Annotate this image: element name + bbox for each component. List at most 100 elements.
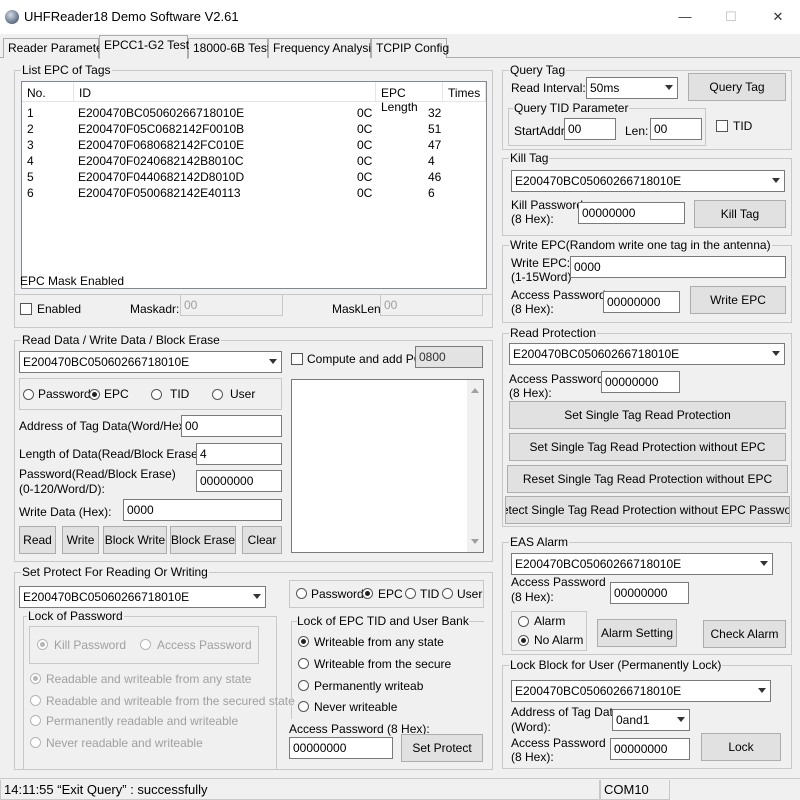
table-row[interactable]: 1 E200470BC05060266718010E 0C 32 — [22, 105, 486, 121]
no-alarm-radio[interactable] — [518, 635, 529, 646]
bank-opt2-radio[interactable] — [298, 658, 309, 669]
write-data-input[interactable]: 0000 — [123, 499, 282, 521]
access-password-label: Access Password — [157, 638, 252, 652]
mem-user-radio[interactable] — [212, 389, 223, 400]
write-epc-button[interactable]: Write EPC — [690, 286, 786, 314]
startaddr-input[interactable]: 00 — [564, 118, 616, 140]
column-header-no[interactable]: No. — [22, 82, 74, 102]
write-button[interactable]: Write — [62, 526, 99, 554]
tab-tcpip-config[interactable]: TCPIP Config — [371, 38, 449, 58]
close-button[interactable]: ✕ — [763, 6, 793, 28]
rw-password-input[interactable]: 00000000 — [196, 470, 282, 492]
eas-tag-select[interactable]: E200470BC05060266718010E — [511, 553, 773, 575]
read-protection-title: Read Protection — [509, 326, 598, 340]
column-header-id[interactable]: ID — [74, 82, 376, 102]
minimize-button[interactable]: — — [670, 6, 700, 28]
kill-password-radio[interactable] — [37, 639, 48, 650]
eas-password-label: Access Password — [511, 575, 606, 589]
bank-opt1-radio[interactable] — [298, 636, 309, 647]
alarm-radio[interactable] — [518, 616, 529, 627]
read-interval-label: Read Interval: — [511, 81, 586, 95]
detect-read-protection-button[interactable]: Detect Single Tag Read Protection withou… — [505, 496, 790, 524]
bank-opt4-radio[interactable] — [298, 701, 309, 712]
lock-block-password-input[interactable]: 00000000 — [610, 738, 690, 760]
read-protection-password-input[interactable]: 00000000 — [601, 371, 680, 393]
kill-password-input[interactable]: 00000000 — [578, 202, 685, 224]
alarm-setting-button[interactable]: Alarm Setting — [597, 619, 677, 647]
rw-tag-select[interactable]: E200470BC05060266718010E — [19, 351, 282, 373]
lock-opt1-radio[interactable] — [30, 673, 41, 684]
app-icon — [5, 10, 19, 24]
tid-checkbox[interactable] — [716, 120, 728, 132]
access-password-radio[interactable] — [140, 639, 151, 650]
mem-password-radio[interactable] — [23, 389, 34, 400]
bank-opt2-label: Writeable from the secure — [314, 657, 452, 671]
protect-access-input[interactable]: 00000000 — [289, 737, 393, 759]
length-input[interactable]: 4 — [196, 443, 282, 465]
read-protection-tag-select[interactable]: E200470BC05060266718010E — [509, 343, 785, 365]
column-header-times[interactable]: Times — [443, 82, 486, 102]
kill-tag-select[interactable]: E200470BC05060266718010E — [511, 170, 785, 192]
tid-len-input[interactable]: 00 — [650, 118, 702, 140]
tab-frequency-analysis[interactable]: Frequency Analysis — [268, 38, 377, 58]
rw-password-label: Password(Read/Block Erase) — [19, 467, 176, 481]
lock-block-address-label-2: (Word): — [511, 720, 551, 734]
set-read-protection-button[interactable]: Set Single Tag Read Protection — [509, 401, 786, 429]
tab-epcc1-g2-test[interactable]: EPCC1-G2 Test — [99, 35, 189, 59]
lock-opt2-radio[interactable] — [30, 695, 41, 706]
tab-18000-6b-test[interactable]: 18000-6B Test — [188, 38, 270, 58]
mem-epc-radio[interactable] — [89, 389, 100, 400]
reset-read-protection-button[interactable]: Reset Single Tag Read Protection without… — [507, 465, 788, 493]
eas-password-label-2: (8 Hex): — [511, 590, 554, 604]
eas-password-input[interactable]: 00000000 — [610, 582, 689, 604]
status-message: 14:11:55 “Exit Query” : successfully — [0, 780, 600, 800]
mem-epc-label: EPC — [104, 387, 129, 401]
address-input[interactable]: 00 — [181, 415, 282, 437]
read-interval-select[interactable]: 50ms — [586, 77, 678, 99]
set-read-protection-without-epc-button[interactable]: Set Single Tag Read Protection without E… — [509, 433, 786, 461]
compute-pc-checkbox[interactable] — [291, 353, 303, 365]
maskadr-input[interactable]: 00 — [180, 294, 283, 316]
startaddr-label: StartAddr: — [514, 124, 569, 138]
vertical-scrollbar[interactable] — [467, 380, 483, 552]
protect-mem-user-radio[interactable] — [442, 588, 453, 599]
write-epc-password-input[interactable]: 00000000 — [603, 291, 680, 313]
clear-button[interactable]: Clear — [242, 526, 282, 554]
scroll-up-icon[interactable] — [471, 388, 479, 393]
column-header-epc-length[interactable]: EPC Length — [376, 82, 443, 114]
write-epc-input[interactable]: 0000 — [570, 256, 786, 278]
table-row[interactable]: 3 E200470F0680682142FC010E 0C 47 — [22, 137, 486, 153]
table-row[interactable]: 5 E200470F0440682142D8010D 0C 46 — [22, 169, 486, 185]
epc-tag-list[interactable]: No. ID EPC Length Times 1 E200470BC050602… — [21, 81, 487, 289]
lock-opt3-radio[interactable] — [30, 715, 41, 726]
protect-mem-epc-radio[interactable] — [362, 588, 373, 599]
maximize-button[interactable]: ☐ — [716, 6, 746, 28]
block-erase-button[interactable]: Block Erase — [170, 526, 236, 554]
kill-tag-button[interactable]: Kill Tag — [694, 200, 786, 228]
protect-mem-password-radio[interactable] — [296, 588, 307, 599]
lock-block-address-select[interactable]: 0and1 — [612, 709, 690, 731]
set-protect-button[interactable]: Set Protect — [401, 734, 483, 762]
protect-mem-tid-radio[interactable] — [405, 588, 416, 599]
protect-tag-select[interactable]: E200470BC05060266718010E — [19, 586, 266, 608]
read-data-output[interactable] — [291, 379, 484, 553]
scroll-down-icon[interactable] — [471, 539, 479, 544]
masklen-input[interactable]: 00 — [380, 294, 483, 316]
lock-block-tag-select[interactable]: E200470BC05060266718010E — [511, 680, 771, 702]
lock-password-title: Lock of Password — [27, 609, 124, 623]
block-write-button[interactable]: Block Write — [103, 526, 167, 554]
mem-tid-radio[interactable] — [151, 389, 162, 400]
kill-password-label: Kill Password — [511, 198, 584, 212]
lock-opt4-radio[interactable] — [30, 737, 41, 748]
table-row[interactable]: 6 E200470F0500682142E40113 0C 6 — [22, 185, 486, 201]
tab-reader-parameter[interactable]: Reader Parameter — [3, 38, 107, 58]
read-button[interactable]: Read — [19, 526, 56, 554]
lock-button[interactable]: Lock — [701, 733, 781, 761]
tid-label: TID — [733, 119, 753, 133]
check-alarm-button[interactable]: Check Alarm — [703, 620, 786, 648]
bank-opt3-radio[interactable] — [298, 680, 309, 691]
table-row[interactable]: 2 E200470F05C0682142F0010B 0C 51 — [22, 121, 486, 137]
query-tag-button[interactable]: Query Tag — [688, 73, 786, 101]
table-row[interactable]: 4 E200470F0240682142B8010C 0C 4 — [22, 153, 486, 169]
mask-enabled-checkbox[interactable] — [20, 303, 32, 315]
